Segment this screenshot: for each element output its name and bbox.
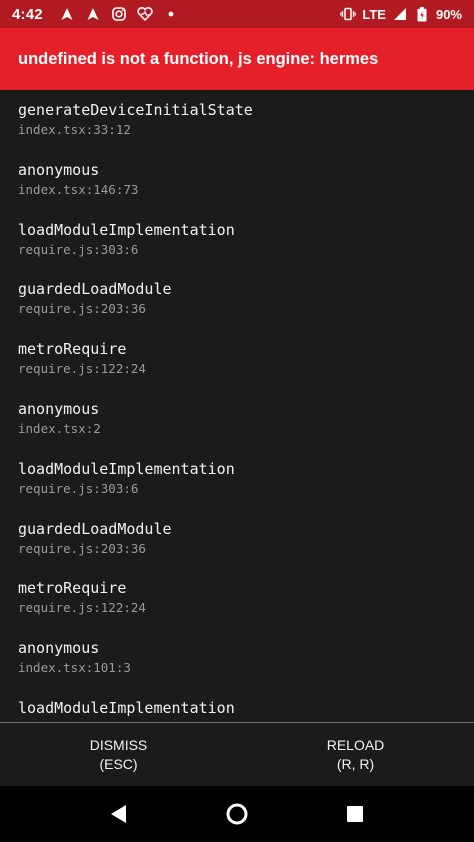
error-message: undefined is not a function, js engine: … (18, 49, 379, 68)
stack-frame-method: anonymous (18, 399, 100, 418)
battery-icon (414, 6, 430, 22)
stack-frame-location: require.js:203:36 (18, 301, 146, 317)
stack-frame[interactable]: metroRequire require.js:122:24 (0, 578, 474, 638)
stack-frame-location: require.js:303:6 (18, 241, 139, 257)
stack-trace-list[interactable]: generateDeviceInitialState index.tsx:33:… (0, 90, 474, 722)
reload-button[interactable]: RELOAD (R, R) (237, 723, 474, 786)
overview-button[interactable] (331, 790, 379, 838)
dismiss-label: DISMISS (89, 736, 148, 753)
home-icon (226, 803, 248, 825)
back-icon (111, 805, 126, 823)
stack-frame[interactable]: anonymous index.tsx:101:3 (0, 638, 474, 698)
stack-frame[interactable]: anonymous index.tsx:146:73 (0, 160, 474, 220)
stack-frame-location: index.tsx:2 (18, 420, 101, 436)
overview-icon (347, 806, 363, 822)
status-bar-left: 4:42 (12, 6, 179, 23)
stack-frame-location: require.js:122:24 (18, 361, 146, 377)
error-title-banner: undefined is not a function, js engine: … (0, 28, 474, 90)
redbox-footer: DISMISS (ESC) RELOAD (R, R) (0, 722, 474, 786)
stack-frame-location: index.tsx:33:12 (18, 122, 131, 137)
network-type: LTE (362, 6, 386, 22)
stack-frame-method: guardedLoadModule (18, 280, 172, 299)
redbox-error-screen: 4:42 LTE 90% undefined is not a function… (0, 0, 474, 842)
stack-frame[interactable]: guardedLoadModule require.js:203:36 (0, 279, 474, 339)
status-bar: 4:42 LTE 90% (0, 0, 474, 28)
dot-icon (163, 6, 179, 22)
status-time: 4:42 (12, 5, 43, 23)
navigation-icon (85, 6, 101, 22)
stack-frame-method: anonymous (18, 639, 100, 658)
stack-frame[interactable]: loadModuleImplementation require.js:303:… (0, 459, 474, 519)
stack-frame-location: index.tsx:146:73 (18, 181, 139, 197)
stack-frame-method: loadModuleImplementation (18, 459, 235, 478)
stack-frame[interactable]: loadModuleImplementation require.js:303:… (0, 220, 474, 280)
vibrate-icon (340, 6, 357, 22)
stack-frame-method: loadModuleImplementation (18, 698, 235, 717)
dismiss-shortcut: (ESC) (99, 755, 138, 772)
reload-label: RELOAD (326, 736, 385, 753)
stack-frame[interactable]: loadModuleImplementation (0, 698, 474, 722)
dismiss-button[interactable]: DISMISS (ESC) (0, 723, 237, 786)
stack-frame-method: anonymous (18, 160, 100, 179)
back-button[interactable] (95, 790, 143, 838)
stack-frame[interactable]: generateDeviceInitialState index.tsx:33:… (0, 100, 474, 160)
signal-icon (392, 6, 408, 22)
heart-app-icon (137, 6, 153, 22)
home-button[interactable] (213, 790, 261, 838)
stack-frame-method: generateDeviceInitialState (18, 101, 253, 119)
instagram-icon (111, 6, 127, 22)
navigation-icon (59, 6, 75, 22)
stack-frame-location: index.tsx:101:3 (18, 660, 131, 676)
status-bar-right: LTE 90% (340, 6, 462, 22)
stack-frame[interactable]: guardedLoadModule require.js:203:36 (0, 519, 474, 579)
stack-frame-location: require.js:122:24 (18, 600, 146, 616)
stack-frame-method: loadModuleImplementation (18, 220, 235, 239)
reload-shortcut: (R, R) (336, 755, 375, 772)
battery-percent: 90% (435, 6, 462, 22)
stack-frame-method: metroRequire (18, 579, 127, 598)
stack-frame-method: metroRequire (18, 340, 127, 359)
stack-frame[interactable]: anonymous index.tsx:2 (0, 399, 474, 459)
stack-frame-location: require.js:203:36 (18, 540, 146, 556)
stack-frame-location: require.js:303:6 (18, 480, 139, 496)
system-nav-bar (0, 786, 474, 842)
stack-frame[interactable]: metroRequire require.js:122:24 (0, 339, 474, 399)
stack-frame-method: guardedLoadModule (18, 519, 172, 538)
